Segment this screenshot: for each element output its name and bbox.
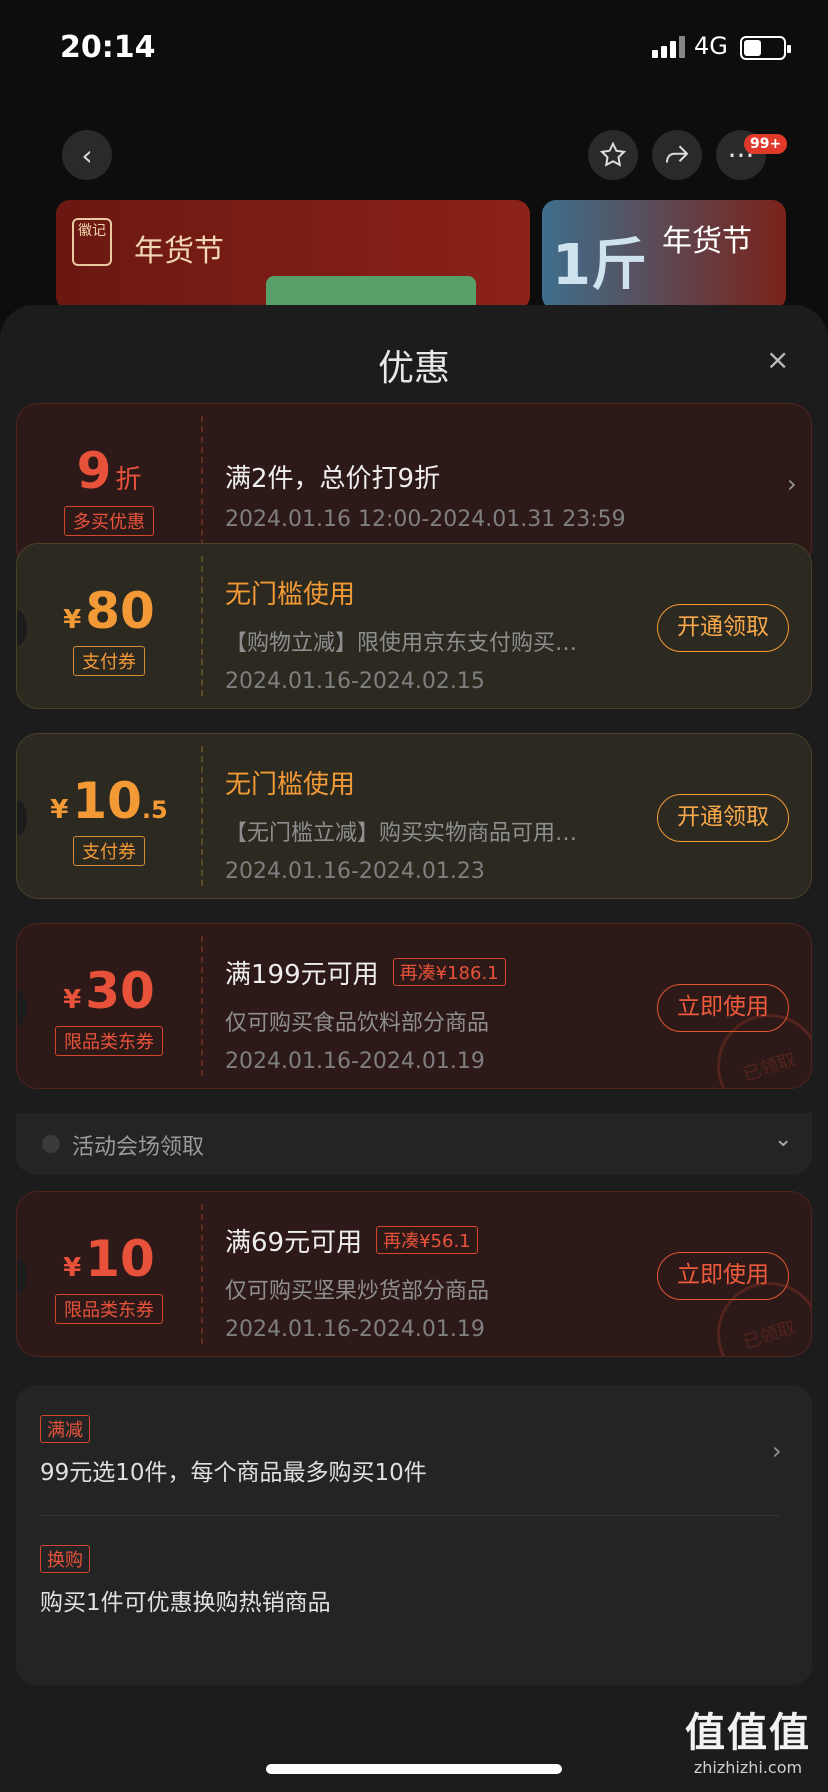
coupon-desc: 仅可购买食品饮料部分商品	[225, 1011, 490, 1036]
status-time: 20:14	[60, 30, 156, 65]
coupon-value: ¥10 限品类东券	[17, 1234, 201, 1324]
chevron-right-icon[interactable]: ›	[787, 470, 797, 498]
coupon-tag: 支付券	[73, 646, 145, 676]
dashed-divider	[201, 416, 203, 556]
coupon-amount-wrap: ¥10	[63, 1230, 155, 1288]
coupon-content: 无门槛使用 【购物立减】限使用京东支付购买… 2024.01.16-2024.0…	[225, 574, 605, 694]
banner-text: 年货节	[134, 234, 224, 269]
home-indicator[interactable]	[266, 1764, 562, 1774]
coupon-value: 9折 多买优惠	[17, 446, 201, 536]
coupon-value: ¥80 支付券	[17, 586, 201, 676]
close-icon[interactable]: ×	[766, 343, 789, 376]
battery-icon	[740, 36, 791, 60]
currency-symbol: ¥	[63, 1253, 82, 1283]
banner-big-text: 1斤	[552, 233, 647, 298]
coupon-content: 满199元可用 再凑¥186.1 仅可购买食品饮料部分商品 2024.01.16-…	[225, 954, 605, 1074]
coupon-amount: 10	[85, 1230, 155, 1288]
coupon-card[interactable]: ¥30 限品类东券 满199元可用 再凑¥186.1 仅可购买食品饮料部分商品 2…	[16, 923, 812, 1089]
coupon-tag: 限品类东券	[55, 1294, 163, 1324]
watermark: 值值值 zhizhizhi.com	[668, 1700, 828, 1777]
status-bar: 20:14 4G	[0, 0, 828, 100]
coupon-unit: 折	[115, 465, 142, 495]
coupon-desc: 【购物立减】限使用京东支付购买…	[225, 631, 578, 656]
coupon-card[interactable]: ¥10 限品类东券 满69元可用 再凑¥56.1 仅可购买坚果炒货部分商品 202…	[16, 1191, 812, 1357]
coupon-desc: 【无门槛立减】购买实物商品可用…	[225, 821, 578, 846]
brand-logo: 徽记	[72, 218, 112, 266]
currency-symbol: ¥	[50, 795, 69, 825]
coupon-title: 满199元可用	[225, 960, 379, 990]
activate-claim-button[interactable]: 开通领取	[657, 794, 789, 842]
dashed-divider	[201, 556, 203, 696]
coupon-title-row: 满69元可用 再凑¥56.1	[225, 1222, 605, 1259]
promo-item[interactable]: 满减 99元选10件，每个商品最多购买10件	[40, 1415, 780, 1487]
coupon-desc: 仅可购买坚果炒货部分商品	[225, 1279, 490, 1304]
promo-tag: 换购	[40, 1545, 90, 1573]
coupon-title: 满2件，总价打9折	[225, 464, 441, 494]
venue-icon	[42, 1135, 60, 1153]
coupon-amount-wrap: ¥30	[63, 962, 155, 1020]
notification-badge: 99+	[744, 134, 788, 154]
chevron-right-icon[interactable]: ›	[772, 1437, 782, 1465]
promo-text: 购买1件可优惠换购热销商品	[40, 1590, 331, 1616]
currency-symbol: ¥	[63, 985, 82, 1015]
coupon-card[interactable]: ¥10.5 支付券 无门槛使用 【无门槛立减】购买实物商品可用… 2024.01…	[16, 733, 812, 899]
coupon-amount: 30	[85, 962, 155, 1020]
coupon-content: 满2件，总价打9折 2024.01.16 12:00-2024.01.31 23…	[225, 458, 626, 532]
top-up-pill: 再凑¥186.1	[392, 958, 506, 986]
chevron-left-icon: ‹	[81, 138, 93, 172]
coupon-amount: 10	[72, 772, 142, 830]
chevron-down-icon: ⌄	[774, 1127, 793, 1152]
dashed-divider	[201, 746, 203, 886]
signal-icon	[652, 36, 686, 58]
coupon-amount-wrap: ¥80	[63, 582, 155, 640]
dashed-divider	[201, 936, 203, 1076]
coupon-title-row: 满199元可用 再凑¥186.1	[225, 954, 605, 991]
coupon-content: 无门槛使用 【无门槛立减】购买实物商品可用… 2024.01.16-2024.0…	[225, 764, 605, 884]
promo-banner[interactable]: 徽记 年货节	[56, 200, 530, 310]
currency-symbol: ¥	[63, 605, 82, 635]
coupon-amount: 9	[76, 442, 112, 500]
coupon-tag: 多买优惠	[64, 506, 154, 536]
favorite-button[interactable]	[588, 130, 638, 180]
star-icon	[599, 141, 627, 167]
activate-claim-button[interactable]: 开通领取	[657, 604, 789, 652]
promo-list: 满减 99元选10件，每个商品最多购买10件 › 换购 购买1件可优惠换购热销商…	[16, 1385, 812, 1685]
coupon-card[interactable]: ¥80 支付券 无门槛使用 【购物立减】限使用京东支付购买… 2024.01.1…	[16, 543, 812, 709]
venue-label: 活动会场领取	[72, 1135, 205, 1160]
coupon-amount: 80	[85, 582, 155, 640]
discount-sheet: 优惠 × 9折 多买优惠 满2件，总价打9折 2024.01.16 12:00-…	[0, 305, 828, 1792]
coupon-content: 满69元可用 再凑¥56.1 仅可购买坚果炒货部分商品 2024.01.16-20…	[225, 1222, 605, 1342]
promo-tag: 满减	[40, 1415, 90, 1443]
coupon-tag: 限品类东券	[55, 1026, 163, 1056]
promo-banner[interactable]: 1斤 年货节	[542, 200, 786, 310]
dashed-divider	[201, 1204, 203, 1344]
promo-item[interactable]: 换购 购买1件可优惠换购热销商品	[40, 1545, 780, 1617]
coupon-date: 2024.01.16-2024.01.19	[225, 1049, 485, 1074]
coupon-tag: 支付券	[73, 836, 145, 866]
coupon-value: ¥30 限品类东券	[17, 966, 201, 1056]
coupon-date: 2024.01.16-2024.02.15	[225, 669, 485, 694]
sheet-title: 优惠	[377, 348, 450, 389]
top-up-pill: 再凑¥56.1	[376, 1226, 478, 1254]
back-button[interactable]: ‹	[62, 130, 112, 180]
watermark-logo: 值值值	[685, 1710, 811, 1756]
promo-text: 99元选10件，每个商品最多购买10件	[40, 1460, 427, 1486]
coupon-date: 2024.01.16 12:00-2024.01.31 23:59	[225, 507, 626, 532]
network-label: 4G	[694, 32, 728, 60]
coupon-title: 满69元可用	[225, 1228, 363, 1258]
share-icon	[666, 145, 689, 163]
venue-claim-row[interactable]: 活动会场领取 ⌄	[16, 1113, 812, 1175]
coupon-value: ¥10.5 支付券	[17, 776, 201, 866]
coupon-amount-wrap: ¥10.5	[50, 772, 168, 830]
coupon-decimal: .5	[141, 796, 168, 824]
top-nav: ‹ ··· 99+	[0, 130, 828, 190]
divider	[40, 1515, 780, 1516]
banner-text: 年货节	[662, 224, 752, 259]
coupon-title: 无门槛使用	[225, 770, 356, 800]
coupon-date: 2024.01.16-2024.01.23	[225, 859, 485, 884]
share-button[interactable]	[652, 130, 702, 180]
coupon-date: 2024.01.16-2024.01.19	[225, 1317, 485, 1342]
coupon-title: 无门槛使用	[225, 580, 356, 610]
watermark-url: zhizhizhi.com	[693, 1758, 803, 1777]
